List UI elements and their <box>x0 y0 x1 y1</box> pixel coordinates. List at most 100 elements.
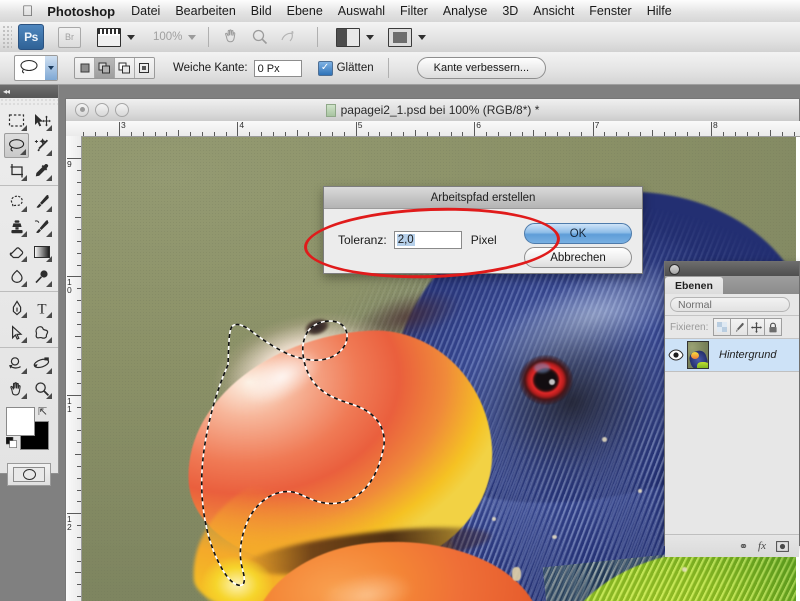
document-title-bar[interactable]: papagei2_1.psd bei 100% (RGB/8*) * <box>66 99 799 122</box>
menu-item-datei[interactable]: Datei <box>131 4 160 18</box>
vertical-ruler[interactable]: 91 01 11 2 <box>66 136 82 601</box>
menu-item-auswahl[interactable]: Auswahl <box>338 4 385 18</box>
panel-title-bar[interactable] <box>665 262 799 276</box>
horizontal-ruler[interactable]: 345678 <box>66 121 800 137</box>
tool-blur[interactable] <box>4 264 29 289</box>
feather-label: Weiche Kante: <box>173 62 248 74</box>
subtract-from-selection-button[interactable] <box>115 58 135 78</box>
panel-window-button[interactable] <box>669 264 680 275</box>
divider <box>317 27 318 47</box>
tool-horizontal-type[interactable]: T <box>29 295 54 320</box>
launch-bridge-button[interactable]: Br <box>58 27 81 48</box>
tool-3d-orbit[interactable] <box>29 351 54 376</box>
tool-move[interactable] <box>29 108 54 133</box>
quick-mask-toggle-icon <box>13 467 45 482</box>
ruler-tick <box>344 132 345 136</box>
refine-edge-button[interactable]: Kante verbessern... <box>417 57 546 79</box>
toolbox-grip[interactable] <box>0 98 58 107</box>
tool-eraser[interactable] <box>4 239 29 264</box>
menu-item-ebene[interactable]: Ebene <box>287 4 323 18</box>
ruler-tick <box>249 132 250 136</box>
tool-dodge[interactable] <box>29 264 54 289</box>
tool-hand[interactable] <box>4 376 29 401</box>
hand-tool-icon[interactable] <box>221 26 243 48</box>
lasso-tool-icon <box>18 58 42 79</box>
double-chevron-left-icon[interactable]: ◂◂ <box>3 87 9 96</box>
ruler-tick <box>75 217 81 218</box>
menu-item-bearbeiten[interactable]: Bearbeiten <box>175 4 235 18</box>
tool-eyedropper[interactable] <box>29 158 54 183</box>
ruler-tick <box>332 132 333 136</box>
tool-pen[interactable] <box>4 295 29 320</box>
menu-item-bild[interactable]: Bild <box>251 4 272 18</box>
lock-image-pixels-icon[interactable] <box>730 318 747 336</box>
toolbox-collapse-bar[interactable]: ◂◂ <box>0 85 58 98</box>
table-row[interactable]: Hintergrund <box>665 339 799 372</box>
intersect-selection-button[interactable] <box>135 58 154 78</box>
appbar-grip[interactable] <box>2 25 12 49</box>
zoom-level-dropdown[interactable]: 100% <box>153 31 196 43</box>
lasso-tool-preset-picker[interactable] <box>14 55 58 81</box>
screen-mode-dropdown[interactable] <box>388 28 426 47</box>
tool-spot-healing-brush[interactable] <box>4 189 29 214</box>
antialias-checkbox[interactable]: ✓ <box>318 61 333 76</box>
divider <box>208 27 209 47</box>
tool-brush[interactable] <box>29 189 54 214</box>
ruler-tick <box>190 132 191 136</box>
magnifier-tool-icon[interactable] <box>249 26 271 48</box>
ruler-tick <box>356 122 357 136</box>
menu-item-hilfe[interactable]: Hilfe <box>647 4 672 18</box>
lock-transparent-pixels-icon[interactable] <box>713 318 730 336</box>
lock-position-icon[interactable] <box>747 318 764 336</box>
tool-zoom[interactable] <box>29 376 54 401</box>
tool-crop[interactable] <box>4 158 29 183</box>
ruler-tick <box>545 132 546 136</box>
layer-name-label[interactable]: Hintergrund <box>719 349 776 361</box>
quick-mask-toggle-button[interactable] <box>7 463 51 486</box>
antialias-checkbox-row[interactable]: ✓ Glätten <box>318 61 374 76</box>
apple-logo-icon[interactable]:  <box>22 4 33 19</box>
tool-gradient[interactable] <box>29 239 54 264</box>
tool-custom-shape[interactable] <box>29 320 54 345</box>
layers-panel: Ebenen Normal Fixieren: Hintergru <box>664 261 800 546</box>
photoshop-home-button[interactable]: Ps <box>18 24 44 50</box>
new-selection-button[interactable] <box>75 58 95 78</box>
menu-item-filter[interactable]: Filter <box>400 4 428 18</box>
selection-mode-group[interactable] <box>74 57 155 79</box>
tool-magic-wand[interactable] <box>29 133 54 158</box>
view-extras-dropdown[interactable] <box>97 28 135 47</box>
panel-tab-strip: Ebenen <box>665 276 799 294</box>
swap-colors-icon[interactable]: ⇱ <box>38 405 47 418</box>
blend-mode-dropdown[interactable]: Normal <box>670 297 790 312</box>
ruler-tick <box>415 130 416 136</box>
add-to-selection-button[interactable] <box>95 58 115 78</box>
ruler-tick <box>474 122 475 136</box>
menu-item-fenster[interactable]: Fenster <box>589 4 631 18</box>
lock-all-icon[interactable] <box>764 318 782 336</box>
tool-3d-rotate[interactable] <box>4 351 29 376</box>
rotate-view-tool-icon[interactable] <box>277 26 299 48</box>
arrange-documents-dropdown[interactable] <box>336 28 374 47</box>
divider <box>0 185 58 186</box>
layer-styles-fx-icon[interactable]: fx <box>758 540 766 552</box>
tool-lasso[interactable] <box>4 133 29 158</box>
layer-thumbnail-parrot[interactable] <box>687 341 709 369</box>
ruler-tick <box>439 132 440 136</box>
ruler-tick <box>77 182 81 183</box>
menu-item-3d[interactable]: 3D <box>502 4 518 18</box>
ruler-tick <box>77 312 81 313</box>
layer-visibility-toggle[interactable] <box>665 349 687 361</box>
foreground-color-swatch[interactable] <box>6 407 35 436</box>
feather-input[interactable]: 0 Px <box>254 60 302 77</box>
tool-history-brush[interactable] <box>29 214 54 239</box>
menu-item-ansicht[interactable]: Ansicht <box>533 4 574 18</box>
layers-list-empty-area[interactable] <box>665 372 799 534</box>
tool-clone-stamp[interactable] <box>4 214 29 239</box>
tab-ebenen[interactable]: Ebenen <box>665 277 723 294</box>
default-colors-icon[interactable] <box>6 437 18 452</box>
tool-path-selection[interactable] <box>4 320 29 345</box>
tool-rectangular-marquee[interactable] <box>4 108 29 133</box>
add-layer-mask-icon[interactable] <box>776 541 789 552</box>
link-layers-icon[interactable]: ⚭ <box>739 540 748 553</box>
menu-item-analyse[interactable]: Analyse <box>443 4 487 18</box>
